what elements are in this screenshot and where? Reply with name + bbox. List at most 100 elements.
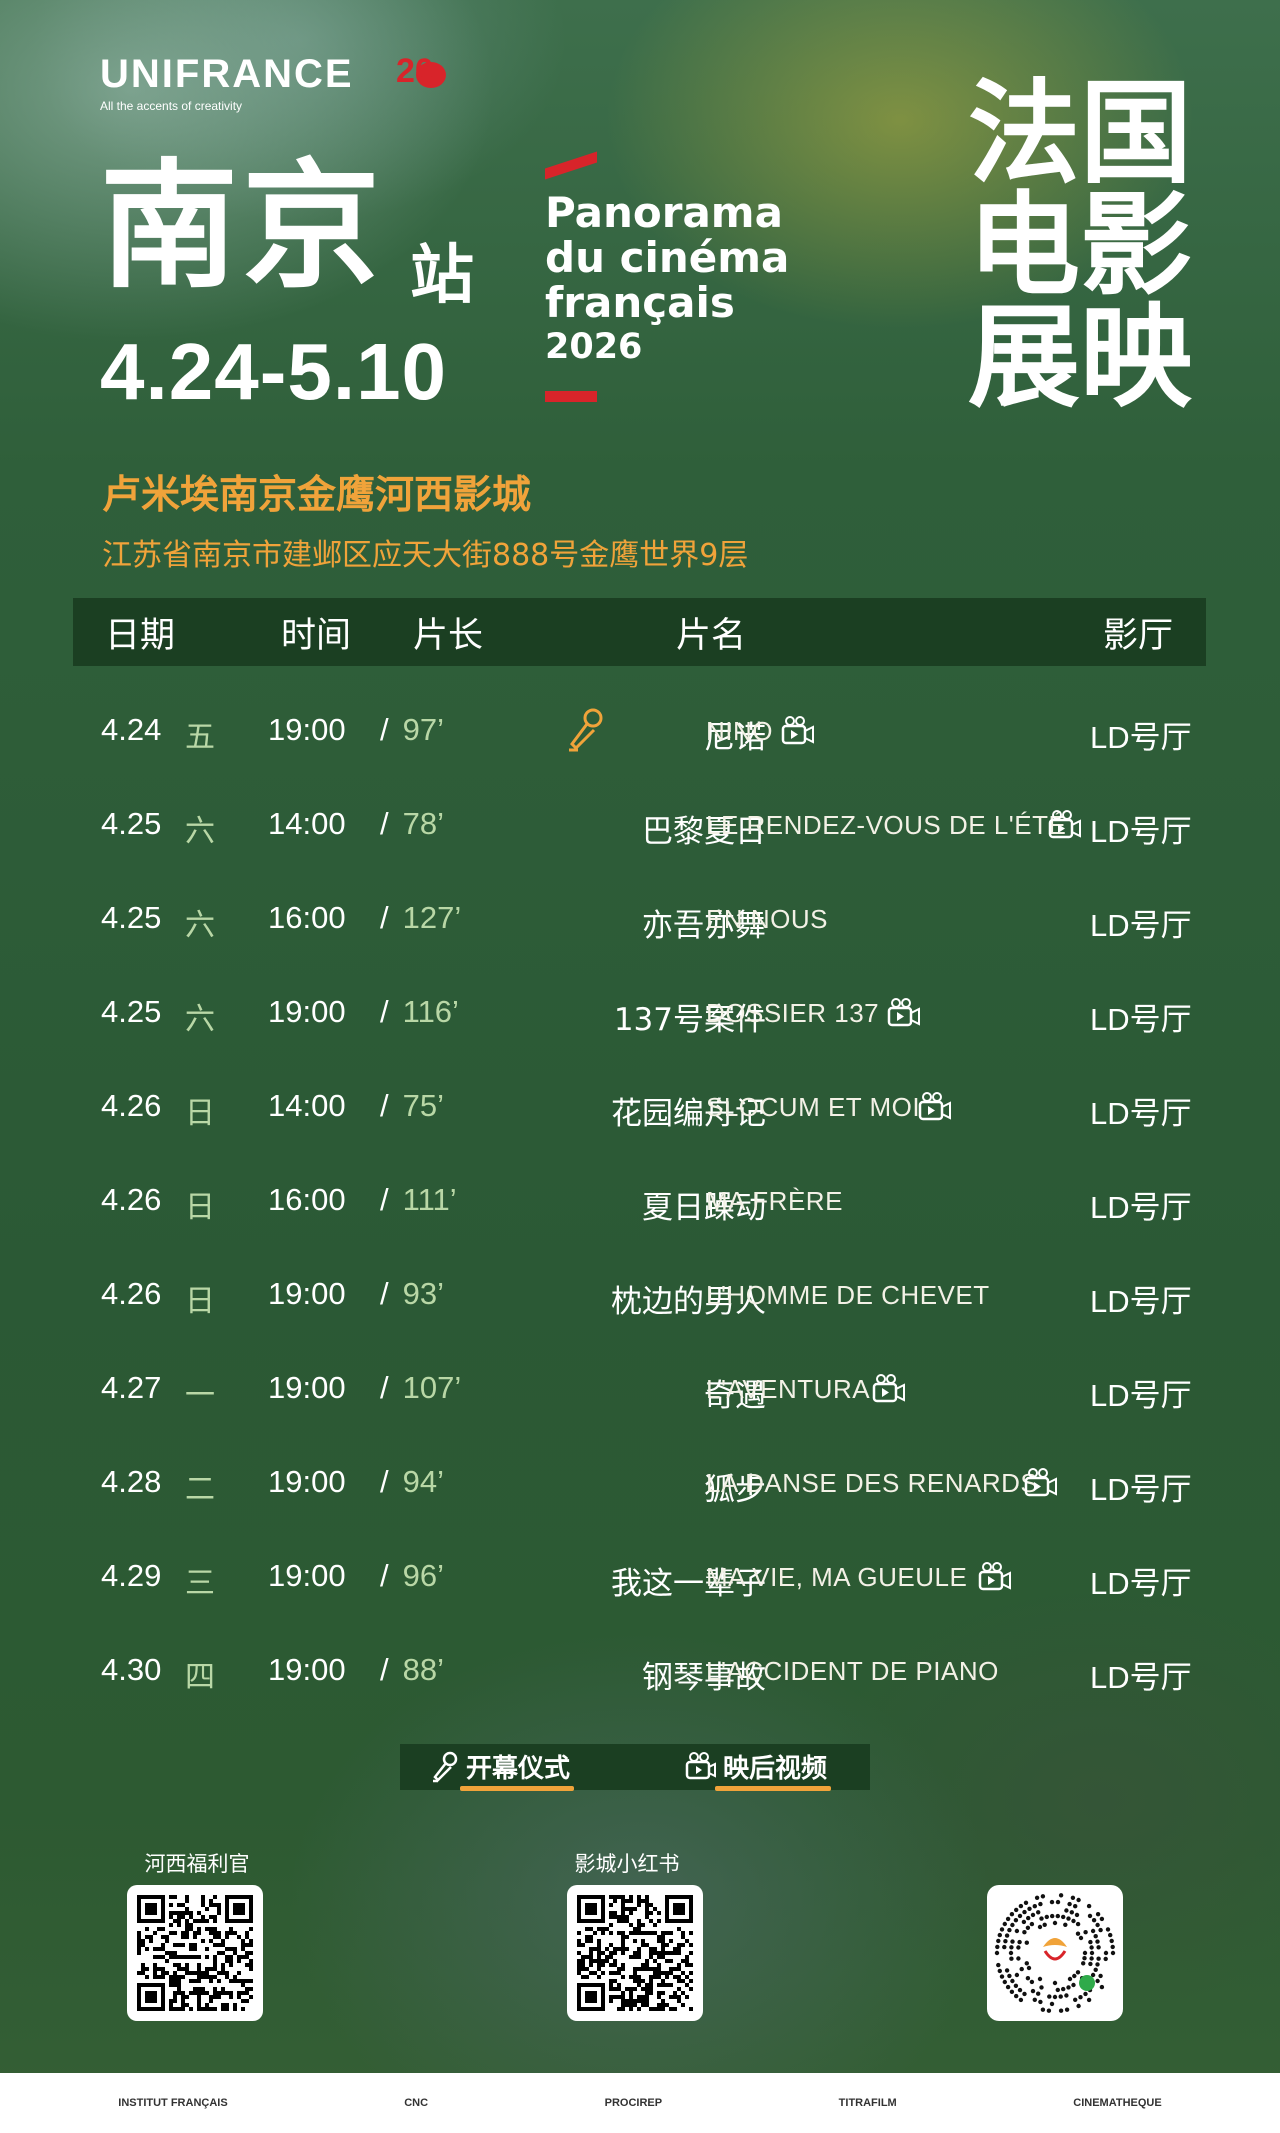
row-title-fr: MA VIE, MA GUEULE xyxy=(706,1562,968,1592)
row-date: 4.28 xyxy=(101,1464,162,1499)
video-camera-icon xyxy=(685,1751,716,1779)
chinese-title: 法国 电影 展映 xyxy=(945,78,1215,414)
qr-code-middle[interactable] xyxy=(567,1885,703,2021)
row-title-fr: L'ACCIDENT DE PIANO xyxy=(706,1656,999,1686)
festival-line-2: du cinéma xyxy=(545,233,790,282)
row-length-value: 78’ xyxy=(402,806,444,841)
row-hall: LD号厅 xyxy=(1090,1660,1192,1695)
row-separator: / xyxy=(380,712,389,747)
sponsor-logo: CINEMATHEQUE xyxy=(1073,2097,1162,2109)
chinese-title-line-3: 展映 xyxy=(968,293,1192,423)
schedule-row: 4.26 日 14:00/75’ 花园编舟记 SLOCUM ET MOI LD号厅 xyxy=(73,1058,1206,1152)
row-date: 4.26 xyxy=(101,1088,162,1123)
header-length: 片长 xyxy=(413,615,484,656)
row-length: / 111’ xyxy=(380,1182,500,1218)
row-time: 19:00 xyxy=(268,1464,346,1499)
row-length-value: 127’ xyxy=(402,900,462,935)
qr-code-icon xyxy=(577,1895,693,2011)
red-accent-top xyxy=(545,151,597,180)
row-separator: / xyxy=(380,1088,389,1123)
row-date: 4.30 xyxy=(101,1652,162,1687)
row-separator: / xyxy=(380,1558,389,1593)
row-title-fr: NINO xyxy=(706,716,773,746)
station-label: 站 xyxy=(410,239,474,313)
row-title-fr: SLOCUM ET MOI xyxy=(706,1092,921,1122)
row-length: / 94’ xyxy=(380,1464,500,1500)
row-length-value: 94’ xyxy=(402,1464,444,1499)
row-time: 19:00 xyxy=(268,1652,346,1687)
video-camera-icon xyxy=(781,716,814,745)
video-camera-icon xyxy=(1024,1468,1057,1497)
row-date: 4.24 xyxy=(101,712,162,747)
row-date: 4.25 xyxy=(101,994,162,1029)
row-separator: / xyxy=(380,1652,389,1687)
row-hall: LD号厅 xyxy=(1090,1472,1192,1507)
qr-middle-label: 影城小红书 xyxy=(574,1852,680,1876)
legend-post-video-label: 映后视频 xyxy=(723,1754,828,1784)
row-length-value: 88’ xyxy=(402,1652,444,1687)
row-weekday: 六 xyxy=(185,814,215,849)
row-time: 16:00 xyxy=(268,900,346,935)
row-weekday: 四 xyxy=(185,1660,215,1695)
legend-opening-underline xyxy=(460,1786,575,1791)
row-separator: / xyxy=(380,806,389,841)
row-separator: / xyxy=(380,1276,389,1311)
brand-tagline: All the accents of creativity xyxy=(100,99,243,113)
city-title: 南京 xyxy=(100,146,385,307)
schedule-rows: 4.24 五 19:00/97’ 尼诺 NINO LD号厅 4.25 六 14:00/78’ 巴黎… xyxy=(73,682,1206,1716)
row-length-value: 97’ xyxy=(402,712,444,747)
qr-code-left[interactable] xyxy=(127,1885,263,2021)
header-hall: 影厅 xyxy=(1103,615,1174,656)
microphone-icon xyxy=(569,708,603,752)
schedule-row: 4.25 六 19:00/116’ 137号案件 DOSSIER 137 LD号厅 xyxy=(73,964,1206,1058)
row-hall: LD号厅 xyxy=(1090,908,1192,943)
video-camera-icon xyxy=(1048,810,1081,839)
festival-name: Panorama du cinéma français 2026 xyxy=(545,190,789,370)
row-time: 19:00 xyxy=(268,712,346,747)
row-separator: / xyxy=(380,994,389,1029)
row-date: 4.29 xyxy=(101,1558,162,1593)
row-length-value: 96’ xyxy=(402,1558,444,1593)
row-weekday: 六 xyxy=(185,1002,215,1037)
row-date: 4.26 xyxy=(101,1276,162,1311)
schedule-row: 4.30 四 19:00/88’ 钢琴事故 L'ACCIDENT DE PIANO LD号… xyxy=(73,1622,1206,1716)
row-hall: LD号厅 xyxy=(1090,720,1192,755)
schedule-row: 4.26 日 16:00/111’ 夏日躁动 MA FRÈRE LD号厅 xyxy=(73,1152,1206,1246)
row-weekday: 日 xyxy=(185,1096,215,1131)
schedule-row: 4.25 六 14:00/78’ 巴黎夏日 LE RENDEZ-VOUS DE L'ÉT… xyxy=(73,776,1206,870)
row-hall: LD号厅 xyxy=(1090,1002,1192,1037)
header-title: 片名 xyxy=(676,615,747,656)
row-hall: LD号厅 xyxy=(1090,1284,1192,1319)
row-separator: / xyxy=(380,900,389,935)
red-accent-bottom xyxy=(545,391,597,402)
row-time: 19:00 xyxy=(268,1276,346,1311)
legend-post-video-underline xyxy=(715,1786,832,1791)
row-hall: LD号厅 xyxy=(1090,1096,1192,1131)
row-separator: / xyxy=(380,1464,389,1499)
row-length-value: 107’ xyxy=(402,1370,462,1405)
chinese-title-line-1: 法国 xyxy=(968,69,1192,199)
row-date: 4.25 xyxy=(101,900,162,935)
mini-program-code-icon xyxy=(994,1893,1116,2013)
row-weekday: 二 xyxy=(185,1472,215,1507)
legend: 开幕仪式 映后视频 xyxy=(400,1744,870,1791)
row-title-fr: EN NOUS xyxy=(706,904,828,934)
festival-line-3: français xyxy=(545,278,735,327)
mini-program-code[interactable] xyxy=(987,1885,1123,2021)
sponsor-logo: PROCIREP xyxy=(604,2097,663,2109)
video-camera-icon xyxy=(887,998,920,1027)
sponsor-logo: TITRAFILM xyxy=(838,2097,897,2109)
row-time: 19:00 xyxy=(268,994,346,1029)
anniversary-badge: 20 xyxy=(396,52,450,92)
row-date: 4.26 xyxy=(101,1182,162,1217)
row-length-value: 116’ xyxy=(402,994,459,1029)
row-length-value: 75’ xyxy=(402,1088,444,1123)
sponsor-bar: INSTITUT FRANÇAIS CNC PROCIREP TITRAFILM CIN… xyxy=(0,2073,1280,2133)
row-length: / 78’ xyxy=(380,806,500,842)
row-title-fr: LE RENDEZ-VOUS DE L'ÉTÉ xyxy=(706,810,1067,840)
legend-opening: 开幕仪式 xyxy=(430,1748,575,1791)
chinese-title-line-2: 电影 xyxy=(968,181,1192,311)
legend-opening-label: 开幕仪式 xyxy=(466,1754,571,1784)
date-range: 4.24-5.10 xyxy=(100,327,448,416)
row-weekday: 三 xyxy=(185,1566,215,1601)
